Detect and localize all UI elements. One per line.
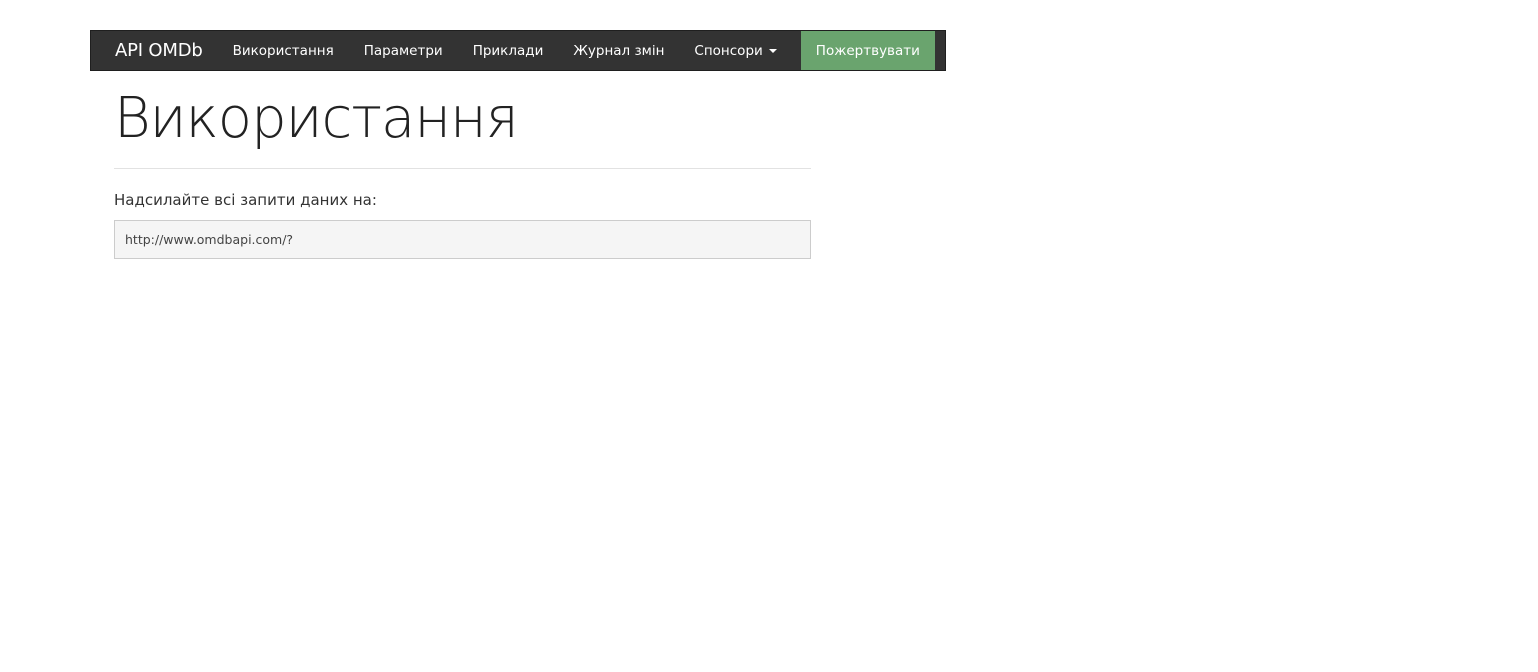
nav-item-sponsors-label: Спонсори [694, 42, 763, 59]
nav-item-sponsors-dropdown[interactable]: Спонсори [679, 31, 791, 70]
api-url-text: http://www.omdbapi.com/? [125, 232, 294, 247]
nav-item-parameters[interactable]: Параметри [349, 31, 458, 70]
nav-menu: Використання Параметри Приклади Журнал з… [218, 31, 1033, 70]
caret-down-icon [768, 48, 777, 53]
nav-item-donate[interactable]: Пожертвувати [800, 31, 935, 70]
nav-item-examples[interactable]: Приклади [458, 31, 559, 70]
brand-link[interactable]: API OMDb [91, 31, 218, 70]
nav-item-changelog[interactable]: Журнал змін [558, 31, 679, 70]
api-url-box: http://www.omdbapi.com/? [114, 220, 811, 259]
main-content: Використання Надсилайте всі запити даних… [114, 80, 811, 259]
request-instructions: Надсилайте всі запити даних на: [114, 191, 377, 209]
top-navbar: API OMDb Використання Параметри Приклади… [90, 30, 1018, 71]
nav-item-contacts[interactable]: Контакти [935, 31, 1033, 70]
title-divider [114, 168, 811, 169]
page-title: Використання [114, 86, 519, 151]
nav-item-usage[interactable]: Використання [218, 31, 349, 70]
